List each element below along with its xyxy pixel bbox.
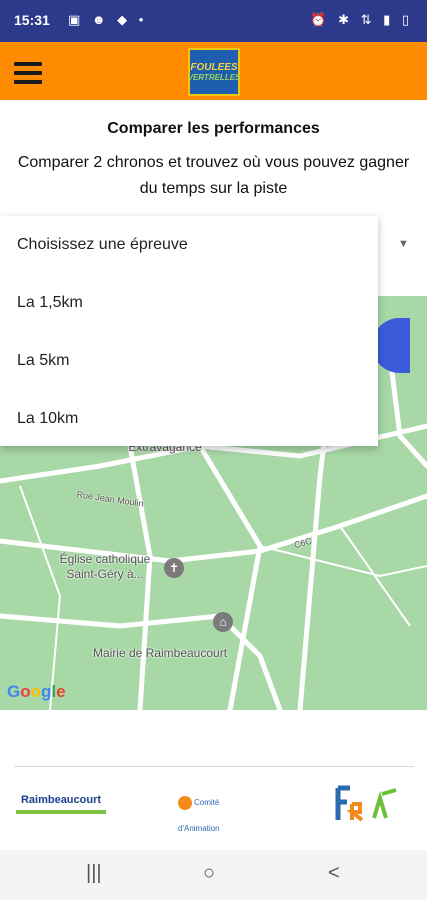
mairie-pin-icon[interactable]: ⌂ [213, 612, 233, 632]
recent-apps-icon[interactable]: ||| [86, 862, 102, 885]
home-icon[interactable]: ○ [203, 862, 215, 885]
page-subtitle: Comparer 2 chronos et trouvez où vous po… [17, 154, 410, 197]
dropdown-arrow-icon[interactable]: ▼ [398, 238, 409, 250]
map-label-church: Église catholique Saint-Géry à... [59, 552, 151, 581]
map-label-mairie: Mairie de Raimbeaucourt [92, 646, 228, 660]
status-bar: 15:31 ▣ ☻ ◆ • ⏰ ✱ ⇅ ▮ ▯ [0, 0, 427, 42]
sponsor-fr-logo [334, 784, 404, 824]
system-nav-bar: ||| ○ < [0, 850, 427, 900]
divider [14, 766, 414, 767]
option-placeholder[interactable]: Choisissez une épreuve [17, 236, 188, 254]
google-attribution: Google [7, 682, 66, 701]
church-pin-icon[interactable]: ✝ [164, 558, 184, 578]
menu-icon[interactable] [14, 62, 42, 84]
option-1-5km[interactable]: La 1,5km [17, 294, 83, 312]
system-icons: ⏰ ✱ ⇅ ▮ ▯ [310, 12, 413, 27]
app-logo: FOULEES VERTRELLES [188, 48, 240, 96]
page-title: Comparer les performances [107, 120, 320, 137]
status-time: 15:31 [14, 12, 50, 28]
option-10km[interactable]: La 10km [17, 410, 78, 428]
option-5km[interactable]: La 5km [17, 352, 69, 370]
race-select-menu[interactable]: Choisissez une épreuve La 1,5km La 5km L… [0, 216, 378, 446]
sponsor-raimbeaucourt-logo: Raimbeaucourt [16, 792, 106, 814]
notification-icons: ▣ ☻ ◆ • [68, 12, 148, 27]
back-icon[interactable]: < [328, 862, 340, 885]
sponsor-comite-logo: Comité d'Animation [178, 790, 256, 833]
